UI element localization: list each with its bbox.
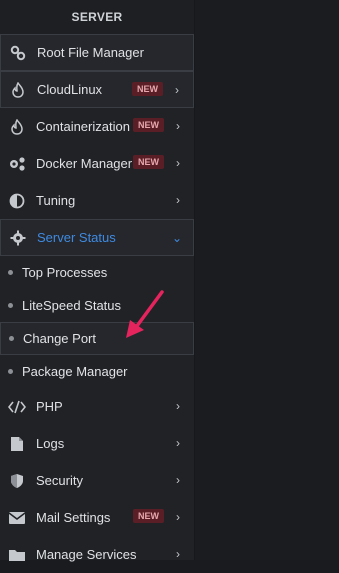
- envelope-icon: [8, 509, 26, 527]
- sidebar-item-server-status[interactable]: Server Status ⌄: [0, 219, 194, 256]
- chevron-right-icon: ›: [176, 193, 180, 207]
- link-icon: [9, 44, 27, 62]
- sidebar-item-label: CloudLinux: [37, 82, 103, 97]
- shield-icon: [8, 472, 26, 490]
- file-icon: [8, 435, 26, 453]
- bullet-icon: [8, 303, 13, 308]
- sidebar-item-containerization[interactable]: Containerization NEW ›: [0, 108, 194, 145]
- chevron-right-icon: ›: [175, 83, 179, 97]
- sidebar-item-root-file-manager[interactable]: Root File Manager: [0, 34, 194, 71]
- bullet-icon: [8, 369, 13, 374]
- sidebar-item-manage-services[interactable]: Manage Services ›: [0, 536, 194, 573]
- gear-icon: [9, 229, 27, 247]
- sidebar-item-tuning[interactable]: Tuning ›: [0, 182, 194, 219]
- sidebar-item-label: Docker Manager: [36, 156, 133, 171]
- gears-icon: [8, 155, 26, 173]
- new-badge: NEW: [132, 82, 163, 96]
- chevron-right-icon: ›: [176, 399, 180, 413]
- bullet-icon: [9, 336, 14, 341]
- folder-icon: [8, 546, 26, 564]
- chevron-right-icon: ›: [176, 547, 180, 561]
- submenu-item-label: Package Manager: [22, 364, 128, 379]
- sidebar-item-label: PHP: [36, 399, 63, 414]
- content-area: [195, 0, 339, 560]
- sidebar-item-label: Logs: [36, 436, 65, 451]
- chevron-right-icon: ›: [176, 510, 180, 524]
- flame-icon: [8, 118, 26, 136]
- chevron-right-icon: ›: [176, 156, 180, 170]
- chevron-right-icon: ›: [176, 119, 180, 133]
- contrast-icon: [8, 192, 26, 210]
- sidebar-item-label: Tuning: [36, 193, 76, 208]
- sidebar: SERVER Root File Manager CloudLinux NEW …: [0, 0, 195, 562]
- sidebar-item-logs[interactable]: Logs ›: [0, 425, 194, 462]
- new-badge: NEW: [133, 118, 164, 132]
- sidebar-item-label: Containerization: [36, 119, 130, 134]
- submenu-item-label: Change Port: [23, 331, 96, 346]
- submenu-item-top-processes[interactable]: Top Processes: [0, 256, 194, 289]
- sidebar-item-cloudlinux[interactable]: CloudLinux NEW ›: [0, 71, 194, 108]
- sidebar-item-label: Mail Settings: [36, 510, 111, 525]
- sidebar-item-docker-manager[interactable]: Docker Manager NEW ›: [0, 145, 194, 182]
- sidebar-item-php[interactable]: PHP ›: [0, 388, 194, 425]
- chevron-right-icon: ›: [176, 473, 180, 487]
- sidebar-item-label: Security: [36, 473, 83, 488]
- bullet-icon: [8, 270, 13, 275]
- flame-icon: [9, 81, 27, 99]
- section-title: SERVER: [0, 0, 194, 34]
- sidebar-item-label: Server Status: [37, 230, 116, 245]
- submenu-item-label: LiteSpeed Status: [22, 298, 122, 313]
- submenu-item-label: Top Processes: [22, 265, 108, 280]
- sidebar-item-mail-settings[interactable]: Mail Settings NEW ›: [0, 499, 194, 536]
- new-badge: NEW: [133, 509, 164, 523]
- sidebar-item-label: Root File Manager: [37, 45, 144, 60]
- chevron-right-icon: ›: [176, 436, 180, 450]
- new-badge: NEW: [133, 155, 164, 169]
- sidebar-item-security[interactable]: Security ›: [0, 462, 194, 499]
- pointer-arrow-annotation: [126, 290, 164, 338]
- code-icon: [8, 398, 26, 416]
- chevron-down-icon: ⌄: [171, 231, 183, 245]
- submenu-item-package-manager[interactable]: Package Manager: [0, 355, 194, 388]
